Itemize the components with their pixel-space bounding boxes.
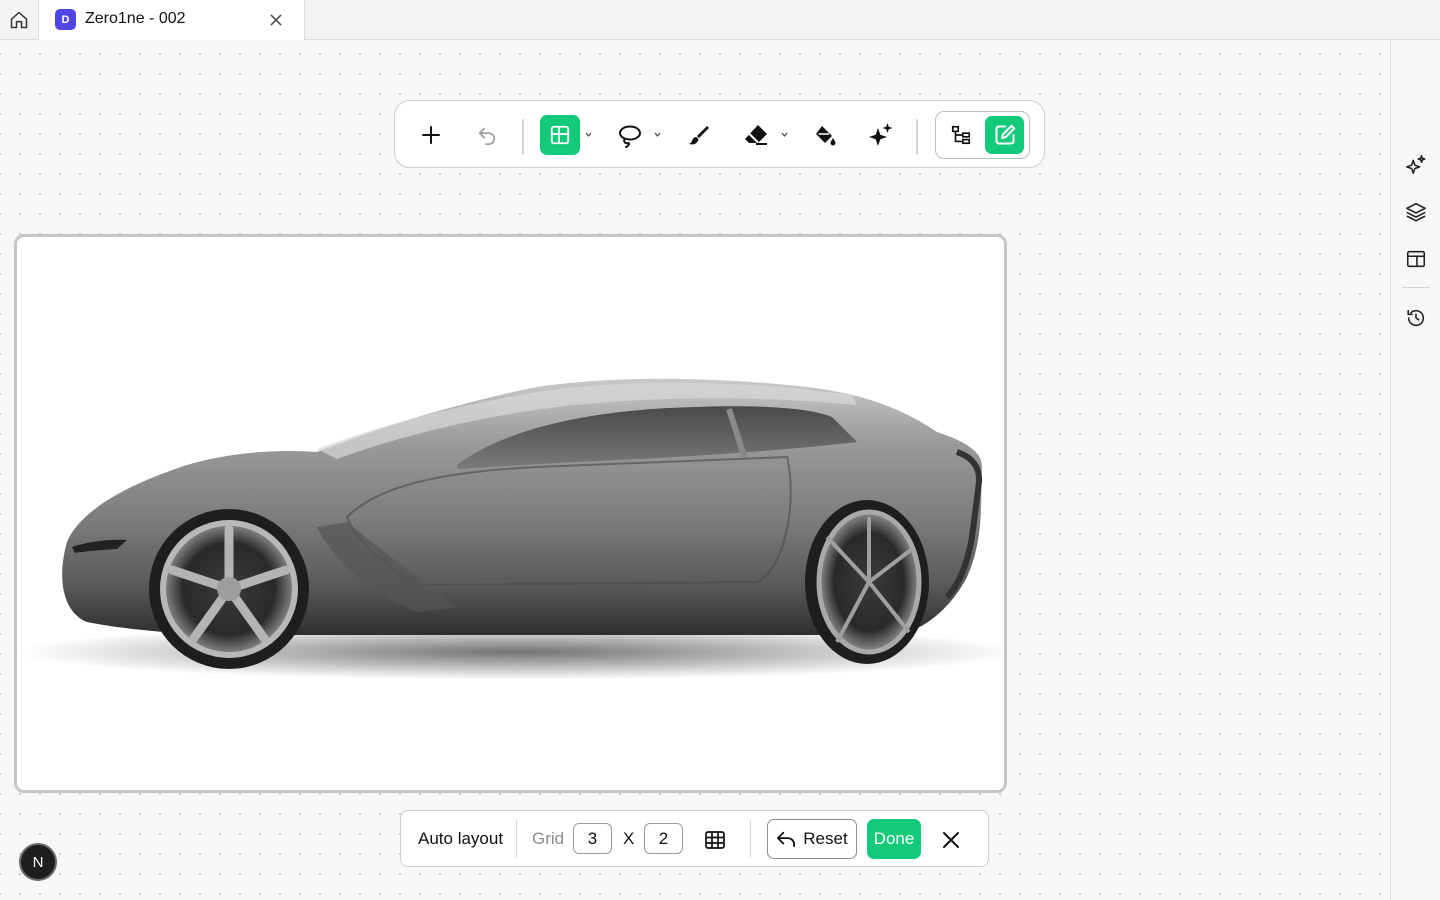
- brush-icon: [689, 126, 709, 145]
- eraser-icon: [745, 125, 767, 145]
- edit-mode-button[interactable]: [985, 116, 1024, 154]
- toolbar-divider: [916, 119, 918, 155]
- lasso-button[interactable]: [615, 121, 645, 151]
- grid-layout-bar: Auto layout Grid 3 X 2 Reset Done: [400, 810, 989, 867]
- grid-columns-input[interactable]: 3: [573, 823, 612, 854]
- ai-generate-button[interactable]: [867, 121, 895, 149]
- undo-button[interactable]: [473, 121, 501, 149]
- paint-bucket-icon: [816, 126, 836, 146]
- chevron-down-icon[interactable]: [654, 132, 661, 137]
- bar-divider: [516, 820, 517, 858]
- grid-rows-input[interactable]: 2: [644, 823, 683, 854]
- eraser-button[interactable]: [741, 121, 771, 149]
- panel-divider: [1402, 287, 1430, 288]
- tab-title: Zero1ne - 002: [85, 10, 186, 27]
- image-frame[interactable]: [14, 234, 1007, 793]
- grid-select-icon: [550, 125, 570, 145]
- brush-button[interactable]: [685, 121, 713, 149]
- paint-bucket-button[interactable]: [811, 121, 839, 149]
- chevron-down-icon[interactable]: [585, 132, 592, 137]
- reset-label: Reset: [803, 829, 848, 848]
- hierarchy-icon: [951, 125, 971, 145]
- user-avatar[interactable]: N: [19, 843, 57, 881]
- home-button[interactable]: [0, 0, 39, 39]
- home-icon: [10, 11, 28, 28]
- chevron-down-icon[interactable]: [781, 132, 788, 137]
- auto-layout-button[interactable]: Auto layout: [418, 829, 503, 849]
- car-image: [17, 378, 1004, 680]
- lasso-icon: [619, 125, 641, 148]
- sparkle-icon: [869, 123, 893, 146]
- document-tab[interactable]: D Zero1ne - 002: [39, 0, 305, 40]
- close-bar-button[interactable]: [939, 828, 963, 852]
- table-grid-icon: [705, 831, 725, 849]
- tool-toolbar: [394, 100, 1045, 168]
- right-panel: [1390, 40, 1440, 900]
- grid-toggle-button[interactable]: [703, 828, 727, 852]
- toolbar-divider: [522, 119, 524, 155]
- hierarchy-button[interactable]: [943, 117, 979, 153]
- ai-sparkle-icon[interactable]: [1405, 154, 1427, 176]
- edit-icon: [995, 124, 1015, 145]
- layers-icon[interactable]: [1405, 201, 1427, 223]
- reply-arrow-icon: [777, 831, 796, 848]
- reset-button[interactable]: Reset: [767, 819, 857, 859]
- bar-divider: [750, 820, 751, 858]
- document-badge: D: [55, 9, 76, 30]
- tab-bar: D Zero1ne - 002: [0, 0, 1440, 40]
- done-button[interactable]: Done: [867, 819, 921, 859]
- history-icon[interactable]: [1405, 307, 1427, 329]
- layout-icon[interactable]: [1405, 248, 1427, 270]
- grid-label: Grid: [532, 829, 565, 848]
- times-label: X: [623, 829, 635, 848]
- plus-icon: [422, 126, 440, 144]
- close-icon: [943, 832, 959, 848]
- undo-icon: [478, 127, 496, 145]
- close-icon[interactable]: [268, 12, 284, 28]
- grid-select-button[interactable]: [540, 115, 580, 155]
- add-button[interactable]: [417, 121, 445, 149]
- mode-toggle-group: [935, 111, 1030, 159]
